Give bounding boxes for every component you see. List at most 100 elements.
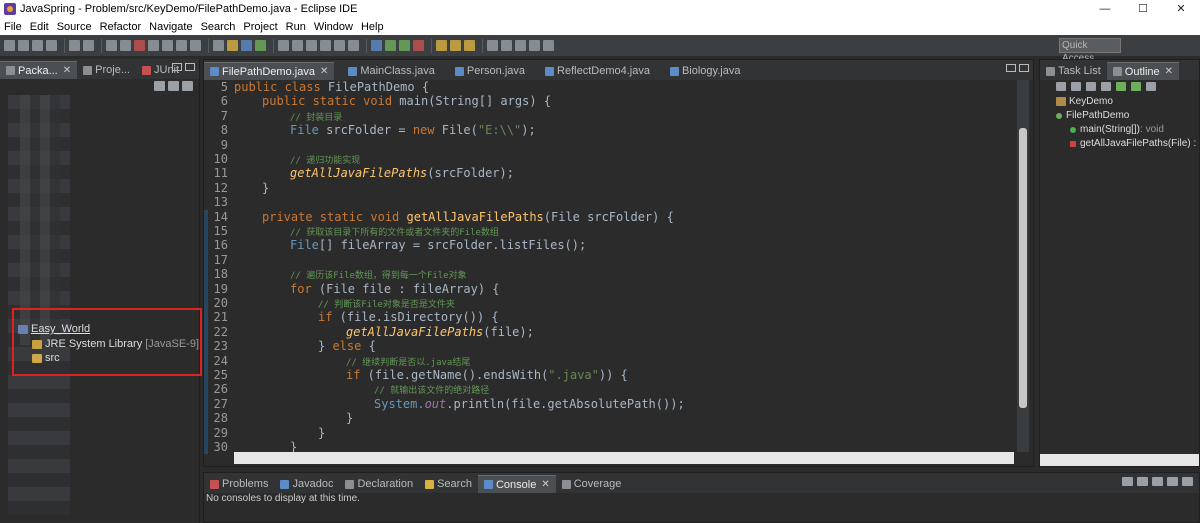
outline-horizontal-scrollbar[interactable] xyxy=(1040,454,1199,466)
new-package-icon[interactable] xyxy=(241,40,252,51)
tab-mainclass[interactable]: MainClass.java xyxy=(342,62,441,80)
minimize-button[interactable]: — xyxy=(1086,0,1124,18)
menu-edit[interactable]: Edit xyxy=(30,21,49,33)
tab-project-explorer[interactable]: Proje... xyxy=(77,61,136,79)
quick-access-input[interactable]: Quick Access xyxy=(1059,38,1121,64)
pin-editor-icon[interactable] xyxy=(487,40,498,51)
resume-icon[interactable] xyxy=(106,40,117,51)
menu-navigate[interactable]: Navigate xyxy=(149,21,192,33)
class-icon xyxy=(1056,112,1062,119)
sort-icon[interactable] xyxy=(1071,82,1081,91)
menu-refactor[interactable]: Refactor xyxy=(100,21,142,33)
open-folder-icon[interactable] xyxy=(436,40,447,51)
search-icon[interactable] xyxy=(292,40,303,51)
disconnect-icon[interactable] xyxy=(148,40,159,51)
forward-icon[interactable] xyxy=(543,40,554,51)
view-menu-icon[interactable] xyxy=(1152,477,1163,486)
close-icon[interactable]: ✕ xyxy=(320,66,328,77)
outline-item-main[interactable]: main(String[]) : void xyxy=(1070,124,1164,135)
tab-outline[interactable]: Outline ✕ xyxy=(1106,62,1180,80)
tab-declaration[interactable]: Declaration xyxy=(339,475,419,493)
menu-run[interactable]: Run xyxy=(286,21,306,33)
back-icon[interactable] xyxy=(529,40,540,51)
terminate-icon[interactable] xyxy=(134,40,145,51)
terminal-icon[interactable] xyxy=(69,40,80,51)
outline-item-class[interactable]: FilePathDemo xyxy=(1056,110,1129,121)
minimize-view-icon[interactable] xyxy=(1006,64,1016,72)
minimize-view-icon[interactable] xyxy=(172,63,182,71)
collapse-all-icon[interactable] xyxy=(154,81,165,91)
tab-coverage[interactable]: Coverage xyxy=(556,475,628,493)
step-into-icon[interactable] xyxy=(162,40,173,51)
maximize-view-icon[interactable] xyxy=(185,63,195,71)
tab-reflectdemo4[interactable]: ReflectDemo4.java xyxy=(539,62,656,80)
hide-fields-icon[interactable] xyxy=(1086,82,1096,91)
collapse-all-icon[interactable] xyxy=(1056,82,1066,91)
new-java-project-icon[interactable] xyxy=(227,40,238,51)
show-whitespace-icon[interactable] xyxy=(348,40,359,51)
view-menu-icon[interactable] xyxy=(1146,82,1156,91)
maximize-view-icon[interactable] xyxy=(1019,64,1029,72)
maximize-view-icon[interactable] xyxy=(1182,477,1193,486)
save-all-icon[interactable] xyxy=(32,40,43,51)
link-with-editor-icon[interactable] xyxy=(168,81,179,91)
hide-static-icon[interactable] xyxy=(1101,82,1111,91)
outline-item-package[interactable]: KeyDemo xyxy=(1056,96,1113,107)
debug-icon[interactable] xyxy=(371,40,382,51)
menu-file[interactable]: File xyxy=(4,21,22,33)
tab-search[interactable]: Search xyxy=(419,475,478,493)
scroll-thumb[interactable] xyxy=(1019,128,1027,408)
run-icon[interactable] xyxy=(385,40,396,51)
tab-task-list[interactable]: Task List xyxy=(1040,62,1107,80)
maximize-button[interactable]: ☐ xyxy=(1124,0,1162,18)
close-icon[interactable]: ✕ xyxy=(1165,66,1173,77)
editor-horizontal-scrollbar[interactable] xyxy=(234,452,1014,464)
new-icon[interactable] xyxy=(4,40,15,51)
skip-breakpoints-icon[interactable] xyxy=(83,40,94,51)
save-icon[interactable] xyxy=(18,40,29,51)
editor-vertical-scrollbar[interactable] xyxy=(1017,80,1029,452)
display-console-icon[interactable] xyxy=(1122,477,1133,486)
coverage-icon[interactable] xyxy=(213,40,224,51)
code-area[interactable]: 5 public class FilePathDemo { 6 public sta… xyxy=(204,80,1014,455)
hide-local-types-icon[interactable] xyxy=(1131,82,1141,91)
edit-icon[interactable] xyxy=(464,40,475,51)
toggle-mark-occurrences-icon[interactable] xyxy=(306,40,317,51)
menu-window[interactable]: Window xyxy=(314,21,353,33)
close-button[interactable]: ✕ xyxy=(1162,0,1200,18)
menu-help[interactable]: Help xyxy=(361,21,384,33)
outline-item-getalljavafilepaths[interactable]: getAllJavaFilePaths(File) : xyxy=(1070,138,1196,149)
code-line: File srcFolder = new File("E:\\"); xyxy=(290,123,536,137)
step-return-icon[interactable] xyxy=(190,40,201,51)
tab-label: Problems xyxy=(222,478,269,490)
tab-filepathdemo[interactable]: FilePathDemo.java ✕ xyxy=(204,62,335,80)
view-menu-icon[interactable] xyxy=(182,81,193,91)
block-selection-icon[interactable] xyxy=(334,40,345,51)
tab-javadoc[interactable]: Javadoc xyxy=(274,475,339,493)
tab-person[interactable]: Person.java xyxy=(449,62,531,80)
tab-problems[interactable]: Problems xyxy=(204,475,274,493)
previous-annotation-icon[interactable] xyxy=(515,40,526,51)
step-over-icon[interactable] xyxy=(176,40,187,51)
toggle-word-wrap-icon[interactable] xyxy=(320,40,331,51)
menu-source[interactable]: Source xyxy=(57,21,92,33)
print-icon[interactable] xyxy=(46,40,57,51)
coverage-run-icon[interactable] xyxy=(399,40,410,51)
close-icon[interactable]: ✕ xyxy=(63,65,71,76)
tab-console[interactable]: Console ✕ xyxy=(477,475,556,493)
suspend-icon[interactable] xyxy=(120,40,131,51)
code-comment: // 封装目录 xyxy=(290,112,343,123)
open-type-icon[interactable] xyxy=(278,40,289,51)
close-icon[interactable]: ✕ xyxy=(541,479,549,490)
open-task-icon[interactable] xyxy=(450,40,461,51)
next-annotation-icon[interactable] xyxy=(501,40,512,51)
open-console-icon[interactable] xyxy=(1137,477,1148,486)
hide-non-public-icon[interactable] xyxy=(1116,82,1126,91)
external-tools-icon[interactable] xyxy=(413,40,424,51)
tab-package-explorer[interactable]: Packa... ✕ xyxy=(0,61,78,79)
new-class-icon[interactable] xyxy=(255,40,266,51)
menu-search[interactable]: Search xyxy=(201,21,236,33)
minimize-view-icon[interactable] xyxy=(1167,477,1178,486)
menu-project[interactable]: Project xyxy=(243,21,277,33)
tab-biology[interactable]: Biology.java xyxy=(664,62,747,80)
